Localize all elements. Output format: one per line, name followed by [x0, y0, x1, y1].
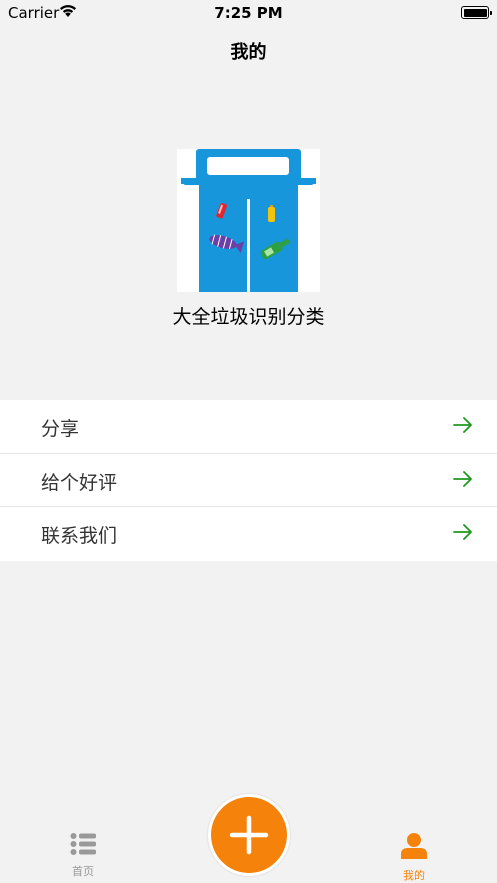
add-button[interactable]: [208, 794, 290, 876]
tab-label: 我的: [403, 869, 425, 882]
person-icon: [401, 833, 427, 859]
page-title: 我的: [230, 42, 267, 63]
menu-item-rate[interactable]: 给个好评: [0, 454, 497, 508]
settings-menu: 分享 给个好评 联系我们: [0, 400, 497, 562]
trash-bin-icon: [181, 149, 316, 292]
app-logo: [177, 149, 320, 292]
arrow-right-icon: [453, 524, 472, 541]
menu-item-share[interactable]: 分享: [0, 400, 497, 454]
menu-item-contact[interactable]: 联系我们: [0, 507, 497, 561]
list-icon: [70, 833, 96, 855]
battery-icon: [461, 6, 492, 19]
tab-home[interactable]: 首页: [43, 832, 123, 879]
clock: 7:25 PM: [214, 4, 283, 22]
menu-item-label: 给个好评: [41, 471, 118, 494]
menu-item-label: 联系我们: [41, 525, 118, 548]
arrow-right-icon: [453, 470, 472, 487]
tab-mine[interactable]: 我的: [374, 832, 454, 883]
status-bar: Carrier 7:25 PM: [0, 0, 497, 26]
tab-label: 首页: [72, 865, 94, 878]
arrow-right-icon: [453, 417, 472, 433]
app-name: 大全垃圾识别分类: [172, 306, 325, 328]
menu-item-label: 分享: [41, 418, 80, 440]
plus-icon: [229, 815, 269, 855]
add-button-inner: [211, 797, 287, 873]
battery-item-icon: [268, 205, 275, 222]
